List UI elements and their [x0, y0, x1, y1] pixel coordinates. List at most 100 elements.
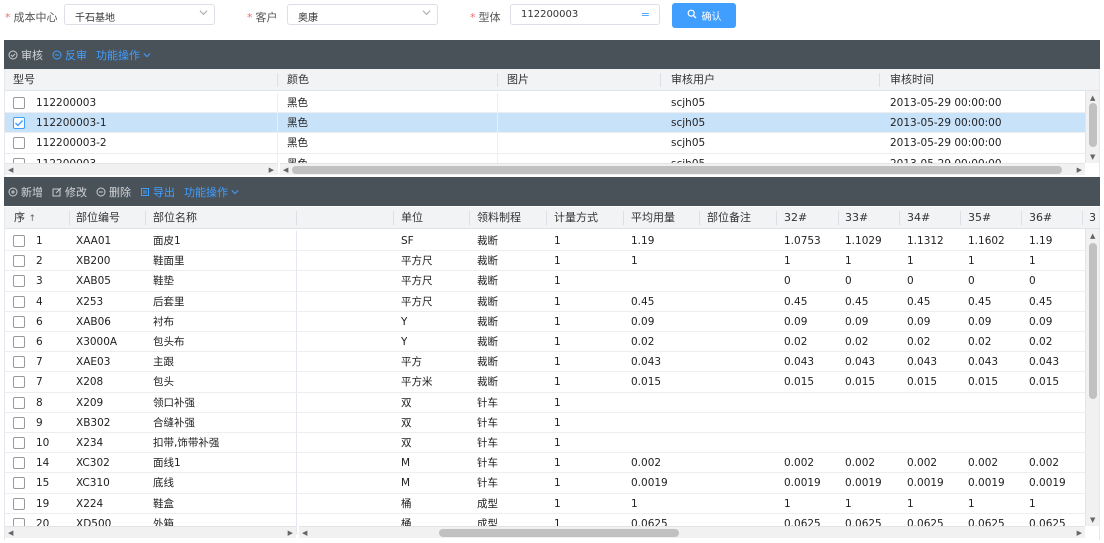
- scroll-thumb[interactable]: [439, 529, 679, 537]
- row-checkbox[interactable]: [13, 255, 25, 268]
- row-checkbox[interactable]: [13, 457, 25, 470]
- customer-select[interactable]: 奥康: [287, 4, 438, 25]
- row-checkbox[interactable]: [13, 416, 25, 429]
- col-header-seq[interactable]: 序 ↑: [14, 207, 36, 229]
- scroll-down-icon[interactable]: ▼: [1090, 515, 1095, 525]
- col-header-size-36[interactable]: 36#: [1029, 207, 1052, 229]
- scroll-right-icon[interactable]: ▶: [269, 165, 274, 175]
- col-header-unit[interactable]: 单位: [401, 207, 423, 229]
- model-row[interactable]: 112200003 黑色 scjh05 2013-05-29 00:00:00: [5, 93, 1085, 114]
- scroll-right-icon[interactable]: ▶: [1077, 165, 1082, 175]
- row-checkbox[interactable]: [13, 437, 25, 449]
- part-row[interactable]: 2 XB200 鞋面里 平方尺 裁断 1 1 1 1 1 1 1: [5, 251, 1085, 272]
- part-row[interactable]: 10 X234 扣带,饰带补强 双 针车 1: [5, 433, 1085, 454]
- cell-s33: 0.09: [845, 315, 869, 328]
- confirm-button[interactable]: 确认: [672, 3, 736, 28]
- model-grid-hscroll-right[interactable]: ◀ ▶: [280, 163, 1085, 175]
- model-grid-vscroll[interactable]: ▲ ▼: [1085, 91, 1099, 163]
- col-header-size-32[interactable]: 32#: [784, 207, 807, 229]
- scroll-up-icon[interactable]: ▲: [1090, 93, 1095, 103]
- part-row[interactable]: 6 X3000A 包头布 Y 裁断 1 0.02 0.02 0.02 0.02 0.02 0.02: [5, 332, 1085, 353]
- model-input[interactable]: 112200003 =: [510, 4, 660, 25]
- actions-label: 功能操作: [184, 185, 228, 199]
- cell-s36: 0.015: [1029, 376, 1060, 389]
- part-row[interactable]: 8 X209 领口补强 双 针车 1: [5, 392, 1085, 413]
- row-checkbox[interactable]: [13, 497, 25, 510]
- unapprove-button[interactable]: 反审: [52, 47, 87, 63]
- row-checkbox[interactable]: [13, 477, 25, 490]
- cell-code: X253: [76, 295, 104, 308]
- parts-grid-hscroll-left[interactable]: ◀ ▶: [5, 526, 296, 538]
- row-checkbox[interactable]: [13, 97, 25, 109]
- scroll-right-icon[interactable]: ▶: [288, 528, 293, 538]
- model-grid-hscroll-left[interactable]: ◀ ▶: [5, 163, 277, 175]
- col-header-size-33[interactable]: 33#: [845, 207, 868, 229]
- part-row[interactable]: 1 XAA01 面皮1 SF 裁断 1 1.19 1.0753 1.1029 1.1312 1.16…: [5, 231, 1085, 252]
- row-checkbox[interactable]: [13, 376, 25, 389]
- col-header-name[interactable]: 部位名称: [153, 207, 197, 229]
- row-checkbox[interactable]: [13, 137, 25, 150]
- parts-grid-vscroll[interactable]: ▲ ▼: [1085, 229, 1099, 526]
- scroll-left-icon[interactable]: ◀: [8, 528, 13, 538]
- row-checkbox[interactable]: [13, 117, 25, 130]
- row-checkbox[interactable]: [13, 315, 25, 328]
- col-header-color[interactable]: 颜色: [287, 69, 309, 91]
- chevron-down-icon: [143, 51, 151, 59]
- scroll-right-icon[interactable]: ▶: [1077, 528, 1082, 538]
- part-row[interactable]: 6 XAB06 衬布 Y 裁断 1 0.09 0.09 0.09 0.09 0.09 0.09: [5, 311, 1085, 332]
- part-row[interactable]: 15 XC310 底线 M 针车 1 0.0019 0.0019 0.0019 0.0019 0.0…: [5, 473, 1085, 494]
- col-header-size-34[interactable]: 34#: [907, 207, 930, 229]
- col-header-picture[interactable]: 图片: [507, 69, 529, 91]
- row-checkbox[interactable]: [13, 336, 25, 348]
- col-header-process[interactable]: 领料制程: [477, 207, 521, 229]
- row-checkbox[interactable]: [13, 396, 25, 409]
- col-header-size-35[interactable]: 35#: [968, 207, 991, 229]
- col-header-user[interactable]: 审核用户: [671, 69, 715, 91]
- part-row[interactable]: 14 XC302 面线1 M 针车 1 0.002 0.002 0.002 0.002 0.002 0…: [5, 453, 1085, 474]
- sort-asc-icon: ↑: [28, 214, 37, 224]
- cell-model: 112200003: [36, 97, 97, 109]
- cell-code: X224: [76, 497, 104, 510]
- cell-unit: Y: [401, 315, 408, 328]
- cell-model: 112200003-2: [36, 137, 107, 150]
- col-header-time[interactable]: 审核时间: [890, 69, 934, 91]
- part-row[interactable]: 7 X208 包头 平方米 裁断 1 0.015 0.015 0.015 0.015 0.015 0.…: [5, 372, 1085, 393]
- part-row[interactable]: 7 XAE03 主跟 平方 裁断 1 0.043 0.043 0.043 0.043 0.043 0.…: [5, 352, 1085, 373]
- part-row[interactable]: 9 XB302 合缝补强 双 针车 1: [5, 412, 1085, 433]
- col-header-note[interactable]: 部位备注: [707, 207, 751, 229]
- col-header-method[interactable]: 计量方式: [554, 207, 598, 229]
- scroll-down-icon[interactable]: ▼: [1090, 152, 1095, 162]
- scroll-left-icon[interactable]: ◀: [8, 165, 13, 175]
- actions-menu[interactable]: 功能操作: [184, 184, 239, 200]
- col-header-size-37[interactable]: 3: [1089, 207, 1096, 229]
- row-checkbox[interactable]: [13, 356, 25, 369]
- delete-button[interactable]: 删除: [96, 184, 131, 200]
- scroll-thumb[interactable]: [1089, 103, 1097, 147]
- part-row[interactable]: 3 XAB05 鞋垫 平方尺 裁断 1 0 0 0 0 0: [5, 271, 1085, 292]
- row-checkbox[interactable]: [13, 295, 25, 308]
- export-button[interactable]: 导出: [140, 184, 175, 200]
- scroll-thumb[interactable]: [1089, 243, 1097, 399]
- part-row[interactable]: 4 X253 后套里 平方尺 裁断 1 0.45 0.45 0.45 0.45 0.45 0.45: [5, 291, 1085, 312]
- row-checkbox[interactable]: [13, 275, 25, 288]
- edit-button[interactable]: 修改: [52, 184, 87, 200]
- equals-operator[interactable]: =: [641, 8, 650, 21]
- scroll-thumb[interactable]: [292, 166, 1062, 174]
- part-row[interactable]: 19 X224 鞋盒 桶 成型 1 1 1 1 1 1 1: [5, 493, 1085, 514]
- scroll-left-icon[interactable]: ◀: [302, 528, 307, 538]
- scroll-left-icon[interactable]: ◀: [283, 165, 288, 175]
- row-checkbox[interactable]: [13, 235, 25, 247]
- actions-menu[interactable]: 功能操作: [96, 47, 151, 63]
- col-header-model[interactable]: 型号: [13, 69, 35, 91]
- add-button[interactable]: 新增: [8, 184, 43, 200]
- cell-process: 裁断: [477, 315, 498, 328]
- model-row[interactable]: 112200003-2 黑色 scjh05 2013-05-29 00:00:00: [5, 133, 1085, 154]
- cost-center-select[interactable]: 千石基地: [64, 4, 215, 25]
- col-header-avg[interactable]: 平均用量: [631, 207, 675, 229]
- cell-color: 黑色: [287, 137, 308, 150]
- col-header-code[interactable]: 部位编号: [76, 207, 120, 229]
- parts-grid-hscroll-right[interactable]: ◀ ▶: [299, 526, 1085, 538]
- scroll-up-icon[interactable]: ▲: [1090, 231, 1095, 241]
- model-row[interactable]: 112200003-1 黑色 scjh05 2013-05-29 00:00:00: [5, 113, 1085, 134]
- approve-button[interactable]: 审核: [8, 47, 43, 63]
